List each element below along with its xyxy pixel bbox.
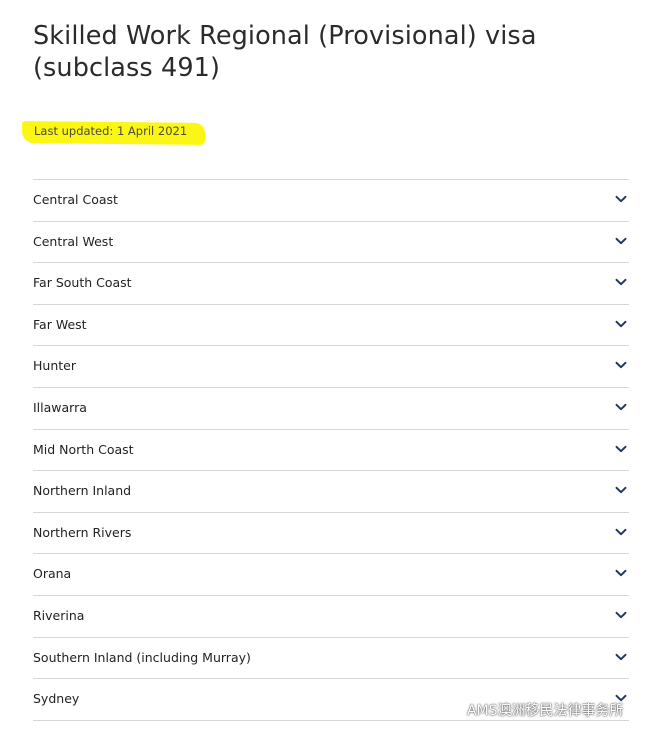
accordion-item[interactable]: Hunter [33, 346, 629, 388]
accordion-item-label: Sydney [33, 691, 80, 707]
accordion-item[interactable]: Southern Inland (including Murray) [33, 638, 629, 680]
accordion-item-label: Northern Rivers [33, 524, 132, 540]
accordion-item-label: Far West [33, 316, 87, 332]
chevron-down-icon[interactable] [615, 484, 627, 496]
accordion-item-label: Far South Coast [33, 275, 132, 291]
chevron-down-icon[interactable] [615, 359, 627, 371]
accordion-item[interactable]: Northern Inland [33, 471, 629, 513]
accordion-item-label: Northern Inland [33, 483, 132, 499]
accordion-item[interactable]: Central West [33, 222, 629, 264]
chevron-down-icon[interactable] [615, 193, 627, 205]
chevron-down-icon[interactable] [615, 526, 627, 538]
chevron-down-icon[interactable] [615, 651, 627, 663]
accordion-item[interactable]: Northern Rivers [33, 513, 629, 555]
chevron-down-icon[interactable] [615, 276, 627, 288]
accordion-item-label: Southern Inland (including Murray) [33, 649, 251, 665]
accordion-item[interactable]: Mid North Coast [33, 430, 629, 472]
page-title: Skilled Work Regional (Provisional) visa… [33, 21, 537, 83]
chevron-down-icon[interactable] [615, 235, 627, 247]
chevron-down-icon[interactable] [615, 443, 627, 455]
wechat-icon [440, 701, 462, 719]
chevron-down-icon[interactable] [615, 609, 627, 621]
accordion-item[interactable]: Far West [33, 305, 629, 347]
chevron-down-icon[interactable] [615, 567, 627, 579]
watermark-text: AMS澳洲移民法律事务所 [467, 703, 624, 719]
accordion-item-label: Illawarra [33, 399, 87, 415]
accordion-item-label: Mid North Coast [33, 441, 134, 457]
chevron-down-icon[interactable] [615, 401, 627, 413]
last-updated-block: Last updated: 1 April 2021 [21, 118, 207, 150]
chevron-down-icon[interactable] [615, 318, 627, 330]
accordion-item-label: Central Coast [33, 192, 118, 207]
accordion-item[interactable]: Illawarra [33, 388, 629, 430]
watermark: AMS澳洲移民法律事务所 [440, 698, 624, 722]
accordion-item-label: Riverina [33, 607, 85, 623]
accordion-item[interactable]: Central Coast [33, 180, 629, 222]
accordion-item[interactable]: Riverina [33, 596, 629, 638]
accordion-item-label: Orana [33, 566, 72, 582]
accordion-item-label: Central West [33, 233, 114, 249]
last-updated-text: Last updated: 1 April 2021 [34, 124, 188, 138]
accordion-item[interactable]: Far South Coast [33, 263, 629, 305]
page: Skilled Work Regional (Provisional) visa… [0, 0, 670, 738]
accordion-item-label: Hunter [33, 358, 76, 374]
accordion-item[interactable]: Orana [33, 554, 629, 596]
region-accordion: Central Coast Central West Far South Coast… [33, 179, 629, 721]
